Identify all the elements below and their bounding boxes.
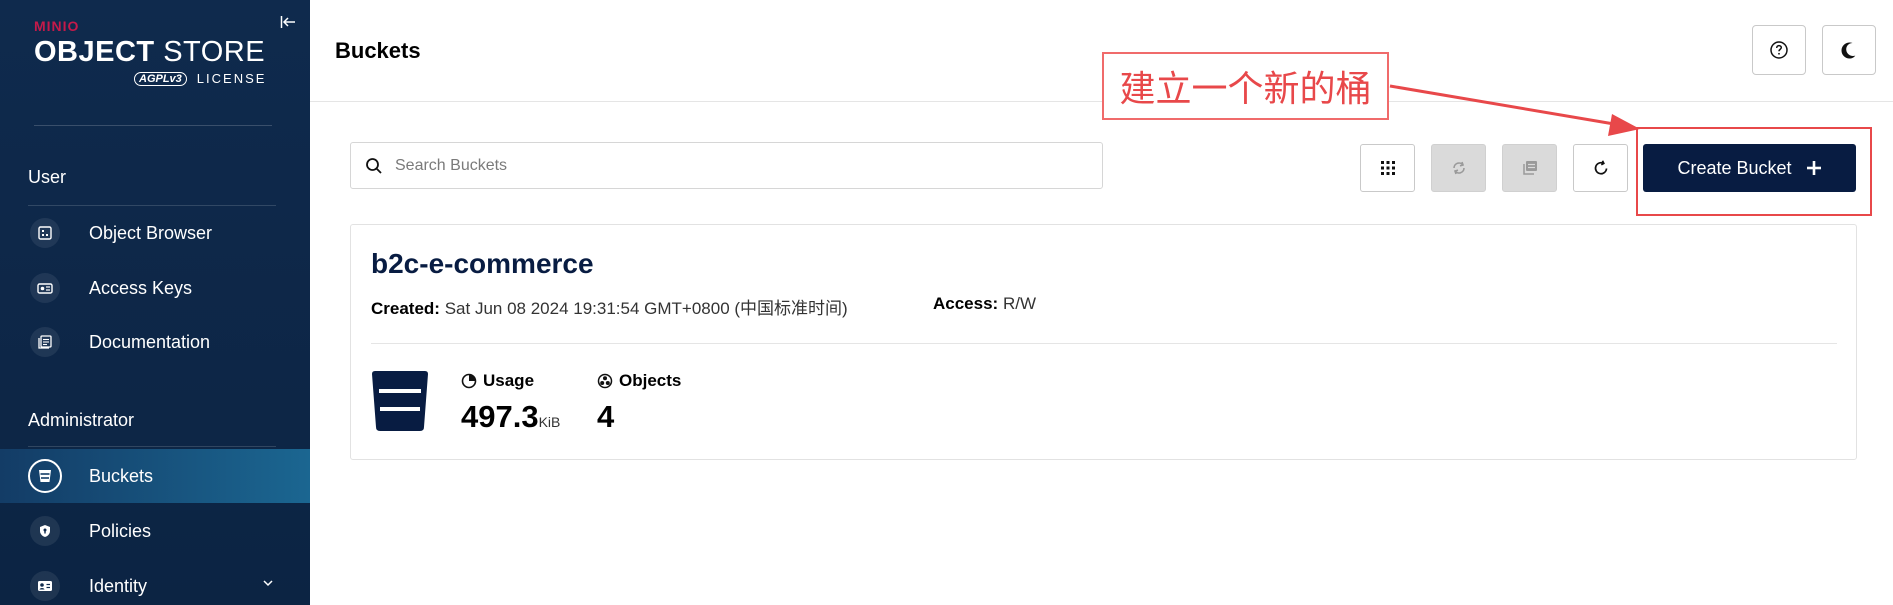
usage-label: Usage	[483, 371, 535, 390]
sidebar-item-label: Documentation	[89, 331, 211, 352]
sidebar-item-label: Object Browser	[89, 222, 213, 243]
search-icon	[363, 155, 385, 177]
identity-icon	[30, 571, 60, 601]
page-title: Buckets	[335, 38, 421, 63]
annotation-highlight-box	[1636, 127, 1872, 216]
theme-toggle-button[interactable]	[1822, 25, 1876, 75]
minio-logo: MINIO OBJECT STORE AGPLv3 LICENSE	[34, 18, 266, 86]
brand-top-text: MINIO	[34, 18, 80, 34]
grid-icon	[1380, 161, 1395, 175]
sidebar-item-policies[interactable]: Policies	[0, 504, 310, 558]
collapse-icon	[280, 16, 295, 28]
agpl-badge: AGPLv3	[134, 71, 187, 86]
brand-main-bold: OBJECT	[34, 36, 155, 68]
chevron-down-icon	[263, 580, 273, 587]
section-title-administrator: Administrator	[28, 410, 135, 430]
sidebar: MINIO OBJECT STORE AGPLv3 LICENSE User O…	[0, 0, 310, 605]
bucket-access: Access: R/W	[933, 294, 1036, 314]
brand-main-text: OBJECT STORE	[34, 36, 266, 69]
sidebar-item-label: Policies	[89, 520, 152, 541]
help-icon	[1770, 41, 1788, 59]
usage-value: 497.3	[461, 399, 539, 434]
objects-label-row: Objects	[597, 371, 681, 391]
bucket-icon	[372, 371, 428, 431]
access-keys-icon	[30, 273, 60, 303]
lifecycle-button[interactable]	[1502, 144, 1557, 192]
bucket-created: Created: Sat Jun 08 2024 19:31:54 GMT+08…	[371, 294, 848, 319]
brand-main-light: STORE	[163, 36, 266, 68]
search-bar[interactable]	[350, 142, 1103, 189]
sidebar-item-buckets[interactable]: Buckets	[0, 449, 310, 503]
sidebar-item-label: Identity	[89, 575, 148, 596]
minio-console: MINIO OBJECT STORE AGPLv3 LICENSE User O…	[0, 0, 1893, 605]
access-label: Access:	[933, 294, 999, 313]
objects-value: 4	[597, 399, 615, 434]
shield-icon	[30, 516, 60, 546]
sidebar-item-object-browser[interactable]: Object Browser	[0, 206, 310, 260]
annotation-text: 建立一个新的桶	[1119, 69, 1372, 110]
usage-unit: KiB	[538, 414, 561, 430]
created-label: Created:	[371, 299, 440, 318]
help-button[interactable]	[1752, 25, 1806, 75]
brand-sub: AGPLv3 LICENSE	[134, 71, 266, 86]
brand-divider	[34, 125, 272, 126]
bucket-card[interactable]: b2c-e-commerce Created: Sat Jun 08 2024 …	[350, 224, 1857, 460]
objects-label: Objects	[619, 371, 682, 390]
license-text: LICENSE	[196, 71, 267, 86]
refresh-icon	[1594, 160, 1607, 175]
section-divider	[28, 446, 276, 447]
pie-chart-icon	[461, 373, 477, 389]
lifecycle-icon	[1522, 161, 1537, 175]
moon-icon	[1841, 42, 1856, 59]
documentation-icon	[30, 327, 60, 357]
access-value: R/W	[1002, 294, 1036, 313]
sidebar-item-label: Access Keys	[89, 277, 193, 298]
replication-icon	[1452, 161, 1465, 175]
objects-icon	[597, 373, 613, 389]
collapse-sidebar-button[interactable]	[278, 12, 298, 32]
search-input[interactable]	[395, 156, 1075, 175]
sidebar-item-documentation[interactable]: Documentation	[0, 315, 310, 369]
sidebar-item-label: Buckets	[89, 465, 154, 486]
objects-stat: Objects 4	[597, 371, 681, 435]
usage-stat: Usage 497.3KiB	[461, 371, 560, 435]
set-replication-button[interactable]	[1431, 144, 1486, 192]
list-view-button[interactable]	[1360, 144, 1415, 192]
sidebar-item-access-keys[interactable]: Access Keys	[0, 261, 310, 315]
bucket-name[interactable]: b2c-e-commerce	[371, 248, 594, 280]
sidebar-item-identity[interactable]: Identity	[0, 559, 310, 605]
section-title-user: User	[28, 167, 67, 187]
bucket-icon	[28, 459, 62, 493]
usage-label-row: Usage	[461, 371, 560, 391]
annotation-callout: 建立一个新的桶	[1102, 52, 1389, 120]
object-browser-icon	[30, 218, 60, 248]
card-divider	[371, 343, 1837, 344]
created-value: Sat Jun 08 2024 19:31:54 GMT+0800 (中国标准时…	[444, 299, 848, 318]
refresh-button[interactable]	[1573, 144, 1628, 192]
usage-value-row: 497.3KiB	[461, 399, 560, 435]
